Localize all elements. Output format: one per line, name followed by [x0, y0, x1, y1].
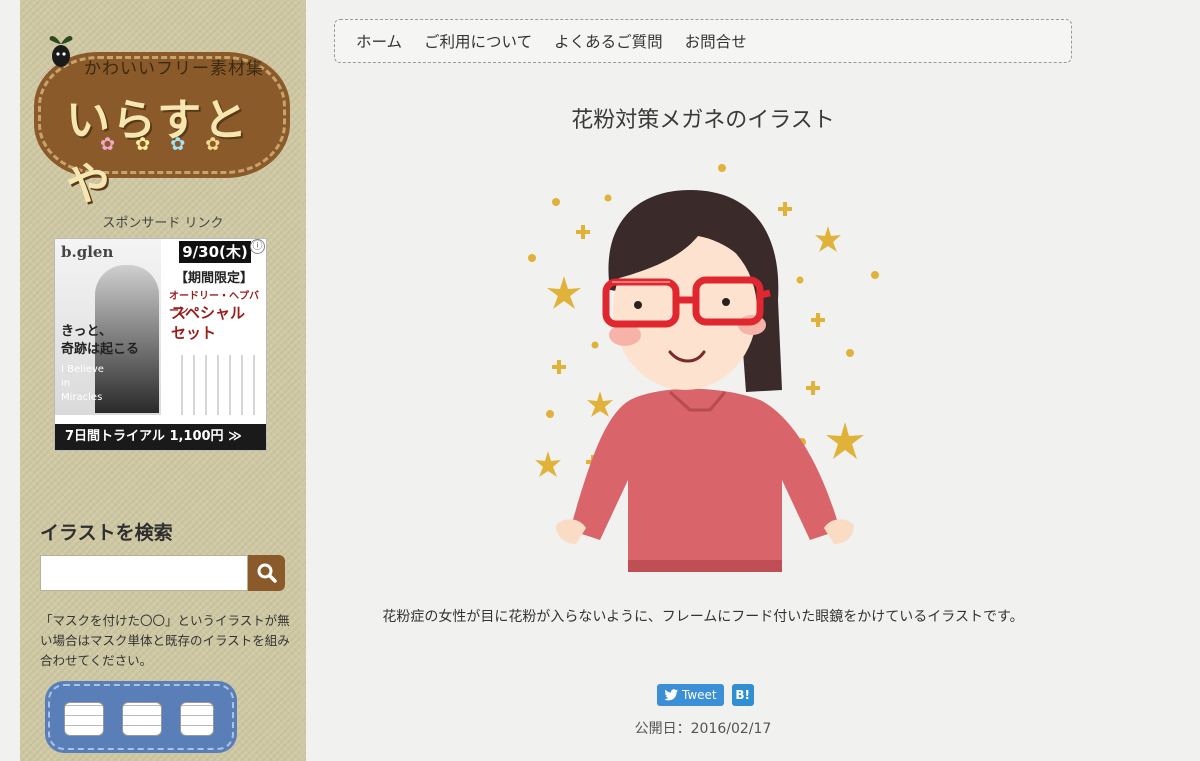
post-description: 花粉症の女性が目に花粉が入らないように、フレームにフード付いた眼鏡をかけているイ…: [382, 609, 1024, 625]
hatena-bookmark-button[interactable]: B!: [731, 684, 754, 706]
ad-date: 9/30(木)まで: [179, 241, 251, 283]
search-note: 「マスクを付けた〇〇」というイラストが無い場合はマスク単体と既存のイラストを組み…: [40, 613, 290, 668]
ad-cta-bar[interactable]: 7日間トライアル 1,100円 ≫: [55, 424, 266, 450]
nav-home[interactable]: ホーム: [356, 30, 402, 52]
published-date: 公開日：2016/02/17: [634, 721, 772, 737]
logo-subtitle: かわいいフリー素材集: [84, 59, 264, 79]
ad-brand: b.glen: [61, 243, 114, 261]
mask-icon: [64, 702, 104, 736]
ad-quote-english: I Believe in Miracles: [61, 364, 104, 403]
mask-icon: [180, 702, 214, 736]
tweet-label: Tweet: [682, 688, 717, 702]
mascot-icon: [49, 36, 73, 67]
share-buttons: Tweet B!: [657, 684, 754, 706]
mask-icon: [122, 702, 162, 736]
flower-icon: ✿✿✿✿: [100, 134, 241, 155]
search-input[interactable]: [40, 555, 248, 591]
ad-special: スペシャル セット: [171, 304, 245, 342]
nav-faq[interactable]: よくあるご質問: [554, 30, 663, 52]
sponsored-ad[interactable]: b.glen きっと、 奇跡は起こる I Believe in Miracles…: [54, 238, 267, 451]
ad-info-icon[interactable]: ⓘ: [250, 239, 265, 254]
search-button[interactable]: [248, 555, 285, 591]
search-icon: [257, 563, 277, 583]
twitter-bird-icon: [664, 689, 678, 701]
ad-limited: 【期間限定】: [175, 271, 254, 286]
nav-about[interactable]: ご利用について: [424, 30, 532, 52]
pollen-glasses-illustration: [528, 164, 879, 572]
sidebar: かわいいフリー素材集 いらすとや ✿✿✿✿ スポンサード リンク b.glen …: [20, 0, 312, 761]
search-heading: イラストを検索: [40, 522, 173, 544]
ad-quote: きっと、 奇跡は起こる: [61, 324, 140, 357]
top-nav: ホーム ご利用について よくあるご質問 お問合せ: [334, 19, 1072, 63]
tweet-button[interactable]: Tweet: [657, 684, 724, 706]
nav-contact[interactable]: お問合せ: [685, 30, 747, 52]
site-logo[interactable]: かわいいフリー素材集 いらすとや ✿✿✿✿: [38, 22, 286, 210]
mask-banner[interactable]: [48, 684, 234, 750]
post-title: 花粉対策メガネのイラスト: [571, 108, 835, 133]
ad-products: [171, 355, 263, 415]
sponsor-label: スポンサード リンク: [102, 216, 224, 231]
